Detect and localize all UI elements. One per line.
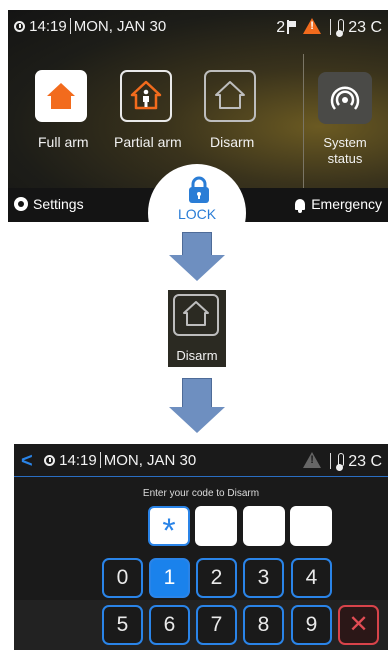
code-digit-3 (243, 506, 285, 546)
status-bar: 14:19 MON, JAN 30 2 23 C (8, 10, 388, 46)
time: 14:19 (29, 18, 67, 35)
status-bar: < 14:19 MON, JAN 30 23 C (14, 444, 388, 477)
warning-icon[interactable] (303, 452, 322, 468)
gear-icon (14, 197, 28, 211)
partial-arm-label: Partial arm (114, 134, 182, 150)
lock-label: LOCK (177, 206, 217, 222)
key-9[interactable]: 9 (291, 605, 332, 645)
status-indicators: 2 23 C (276, 18, 382, 37)
key-0[interactable]: 0 (102, 558, 143, 598)
key-6[interactable]: 6 (149, 605, 190, 645)
divider (330, 19, 332, 35)
divider (69, 18, 71, 34)
disarm-button[interactable] (204, 70, 256, 122)
disarm-step-chip: Disarm (168, 290, 226, 367)
full-arm-label: Full arm (38, 134, 89, 150)
time: 14:19 (59, 452, 97, 469)
divider (330, 453, 332, 469)
disarm-chip-tile (173, 294, 219, 336)
settings-label: Settings (33, 196, 84, 212)
flow-arrow-shaft (182, 232, 212, 256)
clock-icon (44, 455, 55, 466)
key-7[interactable]: 7 (196, 605, 237, 645)
signal-icon (330, 86, 360, 110)
full-arm-button[interactable] (35, 70, 87, 122)
key-5[interactable]: 5 (102, 605, 143, 645)
flow-arrow-down-icon (169, 407, 225, 433)
flow-arrow-shaft (182, 378, 212, 408)
date: MON, JAN 30 (103, 452, 197, 469)
system-status-button[interactable] (318, 72, 372, 124)
system-status-line2: status (327, 151, 363, 166)
partial-arm-button[interactable] (120, 70, 172, 122)
house-outline-icon (215, 81, 245, 109)
temperature: 23 C (348, 19, 382, 36)
house-outline-icon (183, 301, 209, 326)
disarm-chip-label: Disarm (176, 348, 218, 363)
date: MON, JAN 30 (73, 18, 167, 35)
bell-icon (295, 199, 306, 213)
code-prompt: Enter your code to Disarm (142, 488, 260, 499)
system-status-line1: System (323, 135, 367, 150)
key-8[interactable]: 8 (243, 605, 284, 645)
home-screen: 14:19 MON, JAN 30 2 23 C Full arm Partial … (8, 10, 388, 222)
key-4[interactable]: 4 (291, 558, 332, 598)
flow-arrow-down-icon (169, 255, 225, 281)
delete-button[interactable]: ✕ (338, 605, 379, 645)
house-filled-icon (47, 83, 75, 109)
key-3[interactable]: 3 (243, 558, 284, 598)
status-indicators: 23 C (303, 452, 382, 471)
padlock-icon (189, 176, 209, 203)
notification-count: 2 (276, 19, 286, 36)
warning-icon[interactable] (303, 18, 322, 34)
divider (303, 54, 304, 192)
thermometer-icon (336, 19, 345, 37)
code-digit-2 (195, 506, 237, 546)
flag-icon[interactable] (287, 20, 297, 34)
back-icon[interactable]: < (21, 450, 33, 473)
settings-button[interactable]: Settings (14, 196, 84, 212)
code-entry-screen: < 14:19 MON, JAN 30 23 C Enter your code … (14, 444, 388, 650)
datetime: 14:19 MON, JAN 30 (44, 452, 196, 469)
key-1[interactable]: 1 (149, 558, 190, 598)
divider (99, 452, 101, 468)
temperature: 23 C (348, 453, 382, 470)
datetime: 14:19 MON, JAN 30 (14, 18, 166, 35)
system-status-label: System status (318, 135, 372, 167)
code-digit-4 (290, 506, 332, 546)
emergency-button[interactable]: Emergency (295, 196, 382, 213)
key-2[interactable]: 2 (196, 558, 237, 598)
clock-icon (14, 21, 25, 32)
thermometer-icon (336, 453, 345, 471)
house-person-icon (130, 80, 162, 110)
disarm-label: Disarm (210, 134, 255, 150)
emergency-label: Emergency (311, 196, 382, 212)
code-digit-1: * (148, 506, 190, 550)
